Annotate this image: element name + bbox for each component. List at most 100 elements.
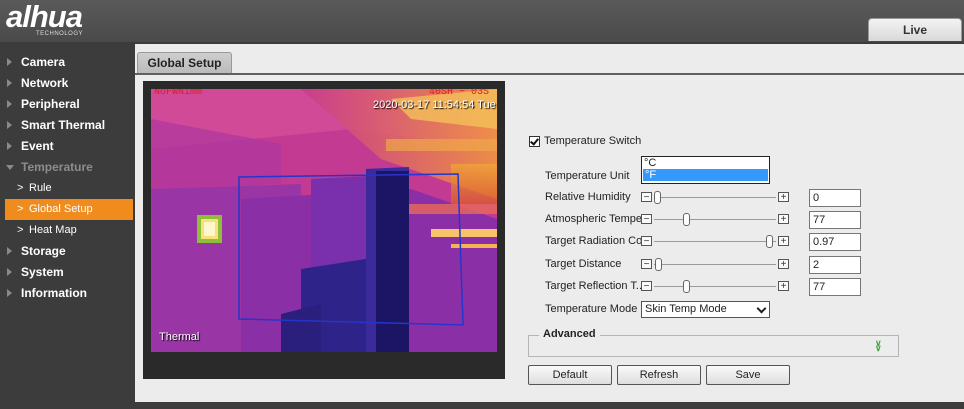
collapse-arrow-icon: [6, 165, 14, 170]
sidebar-item-label: Rule: [29, 182, 52, 194]
row-target-radiation: Target Radiation Co... − + 0.97: [528, 232, 948, 252]
osd-timestamp: 2020-03-17 11:54:54 Tue: [373, 99, 496, 111]
tab-global-setup[interactable]: Global Setup: [137, 52, 232, 74]
sidebar-item-storage[interactable]: Storage: [0, 241, 134, 262]
temperature-unit-label: Temperature Unit: [545, 170, 630, 182]
thermal-scene-graphic: [151, 89, 497, 352]
relative-humidity-label: Relative Humidity: [545, 191, 631, 203]
temperature-switch-label: Temperature Switch: [544, 135, 642, 147]
sidebar-subitem-global-setup[interactable]: > Global Setup: [5, 199, 133, 220]
sidebar-item-label: Global Setup: [29, 203, 93, 215]
increase-button[interactable]: +: [778, 236, 789, 247]
content-panel: Global Setup NoFWNimm 40SH ~ 03S 2020-03…: [135, 44, 964, 402]
slider-thumb[interactable]: [655, 258, 663, 271]
sidebar: Camera Network Peripheral Smart Thermal …: [0, 52, 134, 409]
chevron-right-icon: >: [17, 203, 24, 215]
sidebar-subitem-heat-map[interactable]: > Heat Map: [0, 220, 134, 241]
temperature-mode-value: Skin Temp Mode: [645, 303, 727, 315]
slider-track: [654, 241, 776, 242]
settings-form: Temperature Switch Temperature Unit °C °…: [528, 88, 948, 388]
sidebar-item-system[interactable]: System: [0, 262, 134, 283]
decrease-button[interactable]: −: [641, 259, 652, 270]
slider-thumb[interactable]: [765, 235, 773, 248]
slider-thumb[interactable]: [682, 213, 690, 226]
temperature-mode-label: Temperature Mode: [545, 303, 638, 315]
atmospheric-temperature-input[interactable]: 77: [809, 211, 861, 229]
expand-arrow-icon: [7, 247, 12, 255]
sidebar-item-event[interactable]: Event: [0, 136, 134, 157]
relative-humidity-input[interactable]: 0: [809, 189, 861, 207]
expand-arrow-icon: [7, 289, 12, 297]
decrease-button[interactable]: −: [641, 214, 652, 225]
refresh-button[interactable]: Refresh: [617, 365, 701, 385]
slider-track: [654, 286, 776, 287]
increase-button[interactable]: +: [778, 192, 789, 203]
decrease-button[interactable]: −: [641, 192, 652, 203]
tab-live[interactable]: Live: [868, 18, 962, 41]
sidebar-item-label: System: [21, 265, 64, 279]
sidebar-item-label: Network: [21, 76, 69, 90]
logo-subtext: TECHNOLOGY: [36, 31, 84, 37]
slider-thumb[interactable]: [654, 191, 661, 204]
sidebar-item-peripheral[interactable]: Peripheral: [0, 94, 134, 115]
chevron-right-icon: >: [17, 182, 24, 194]
row-target-distance: Target Distance − + 2: [528, 255, 948, 275]
sidebar-item-label: Camera: [21, 55, 66, 69]
logo-text: alhua: [6, 0, 83, 34]
unit-option-fahrenheit[interactable]: °F: [643, 169, 768, 181]
bottom-strip: [135, 402, 964, 409]
sidebar-item-label: Heat Map: [29, 224, 77, 236]
tab-divider: [135, 73, 964, 75]
default-button[interactable]: Default: [528, 365, 612, 385]
sidebar-subitem-rule[interactable]: > Rule: [0, 178, 134, 199]
target-reflection-label: Target Reflection T...: [545, 280, 646, 292]
sidebar-item-label: Event: [21, 139, 54, 153]
target-radiation-slider[interactable]: − +: [641, 235, 789, 248]
decrease-button[interactable]: −: [641, 236, 652, 247]
row-relative-humidity: Relative Humidity − + 0: [528, 188, 948, 208]
increase-button[interactable]: +: [778, 214, 789, 225]
slider-track: [654, 219, 776, 220]
target-radiation-label: Target Radiation Co...: [545, 235, 652, 247]
advanced-section[interactable]: Advanced ∨ ∨: [528, 328, 899, 357]
sidebar-item-temperature[interactable]: Temperature: [0, 157, 134, 178]
atmospheric-temperature-slider[interactable]: − +: [641, 213, 789, 226]
expand-arrow-icon: [7, 58, 12, 66]
sidebar-item-smart-thermal[interactable]: Smart Thermal: [0, 115, 134, 136]
sidebar-item-camera[interactable]: Camera: [0, 52, 134, 73]
video-preview: NoFWNimm 40SH ~ 03S 2020-03-17 11:54:54 …: [143, 81, 505, 379]
dahua-logo: alhua TECHNOLOGY: [6, 0, 118, 40]
top-bar: alhua TECHNOLOGY Live: [0, 0, 964, 42]
increase-button[interactable]: +: [778, 281, 789, 292]
double-chevron-down-icon[interactable]: ∨ ∨: [875, 339, 882, 353]
sidebar-item-label: Smart Thermal: [21, 118, 106, 132]
save-button[interactable]: Save: [706, 365, 790, 385]
slider-thumb[interactable]: [682, 280, 690, 293]
target-distance-label: Target Distance: [545, 258, 622, 270]
target-reflection-input[interactable]: 77: [809, 278, 861, 296]
sidebar-item-network[interactable]: Network: [0, 73, 134, 94]
temperature-mode-select[interactable]: Skin Temp Mode: [641, 301, 770, 318]
target-distance-input[interactable]: 2: [809, 256, 861, 274]
expand-arrow-icon: [7, 100, 12, 108]
atmospheric-temperature-label: Atmospheric Tempe...: [545, 213, 652, 225]
sidebar-item-information[interactable]: Information: [0, 283, 134, 304]
temperature-unit-dropdown[interactable]: °C °F: [641, 156, 770, 184]
osd-left-text: NoFWNimm: [154, 89, 203, 98]
relative-humidity-slider[interactable]: − +: [641, 191, 789, 204]
expand-arrow-icon: [7, 268, 12, 276]
osd-channel-name: Thermal: [159, 331, 200, 343]
unit-option-celsius[interactable]: °C: [642, 157, 769, 169]
target-reflection-slider[interactable]: − +: [641, 280, 789, 293]
row-atmospheric-temperature: Atmospheric Tempe... − + 77: [528, 210, 948, 230]
increase-button[interactable]: +: [778, 259, 789, 270]
row-target-reflection: Target Reflection T... − + 77: [528, 277, 948, 297]
decrease-button[interactable]: −: [641, 281, 652, 292]
expand-arrow-icon: [7, 79, 12, 87]
temperature-switch-checkbox[interactable]: [529, 136, 540, 147]
osd-right-text: 40SH ~ 03S: [429, 89, 490, 98]
target-distance-slider[interactable]: − +: [641, 258, 789, 271]
expand-arrow-icon: [7, 121, 12, 129]
target-radiation-input[interactable]: 0.97: [809, 233, 861, 251]
thermal-image: NoFWNimm 40SH ~ 03S 2020-03-17 11:54:54 …: [151, 89, 497, 352]
